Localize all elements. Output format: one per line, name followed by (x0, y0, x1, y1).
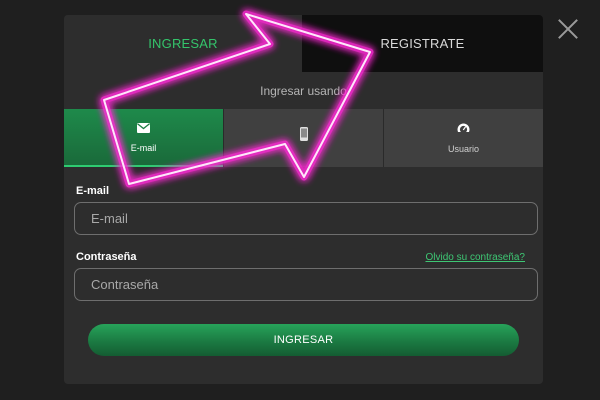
submit-login-button[interactable]: INGRESAR (88, 324, 519, 356)
password-label: Contraseña (76, 251, 137, 263)
speedometer-icon (457, 122, 470, 136)
login-modal: INGRESAR REGISTRATE Ingresar usando E-ma… (64, 15, 543, 384)
method-email[interactable]: E-mail (64, 109, 223, 167)
method-email-label: E-mail (130, 143, 157, 153)
tab-login[interactable]: INGRESAR (64, 15, 302, 72)
forgot-password-link[interactable]: Olvido su contraseña? (425, 252, 525, 263)
method-phone[interactable] (223, 109, 383, 167)
envelope-icon (137, 121, 150, 135)
auth-tabs: INGRESAR REGISTRATE (64, 15, 543, 72)
email-label: E-mail (76, 185, 110, 197)
login-method-heading: Ingresar usando (260, 83, 347, 98)
method-username[interactable]: Usuario (383, 109, 543, 167)
email-field[interactable] (74, 202, 538, 235)
method-username-label: Usuario (447, 144, 479, 154)
mobile-phone-icon (299, 127, 308, 141)
login-method-selector: E-mail Usuario (64, 109, 543, 167)
close-icon[interactable] (556, 17, 580, 41)
tab-register[interactable]: REGISTRATE (302, 15, 543, 72)
password-field[interactable] (74, 268, 538, 301)
